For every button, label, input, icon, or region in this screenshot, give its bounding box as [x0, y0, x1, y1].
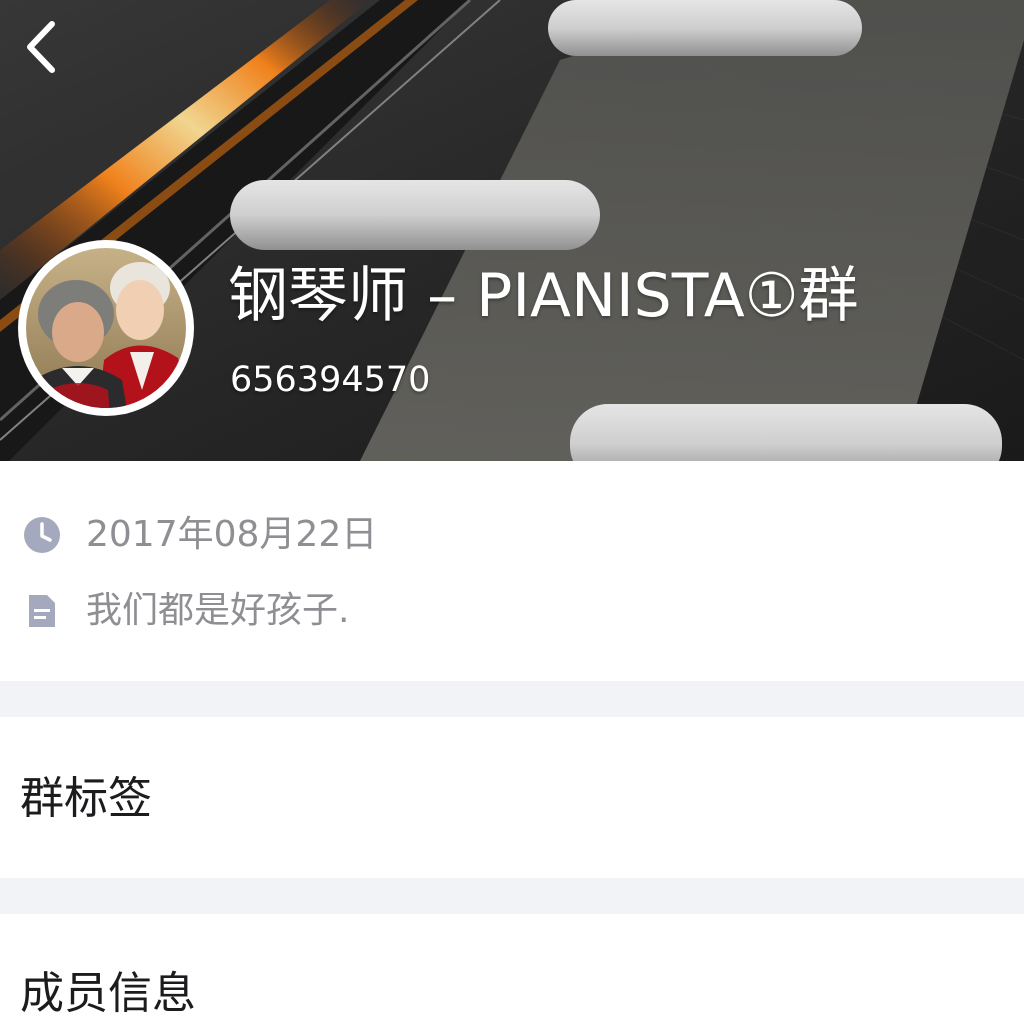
document-icon [22, 591, 62, 631]
group-profile-page: 钢琴师 – PIANISTA①群 656394570 2017年08月22日 我 [0, 0, 1024, 1024]
description-row: 我们都是好孩子. [22, 581, 349, 641]
member-info-row[interactable]: 成员信息 [0, 914, 1024, 1024]
back-button[interactable] [12, 14, 68, 80]
group-tags-row[interactable]: 群标签 [0, 717, 1024, 878]
group-info: 2017年08月22日 我们都是好孩子. [0, 461, 1024, 681]
created-date-row: 2017年08月22日 [22, 505, 377, 565]
group-cover: 钢琴师 – PIANISTA①群 656394570 [0, 0, 1024, 461]
group-id: 656394570 [230, 360, 431, 400]
member-info-label: 成员信息 [20, 968, 196, 1019]
description-text: 我们都是好孩子. [86, 590, 350, 631]
clock-icon [22, 515, 62, 555]
group-avatar[interactable] [18, 240, 194, 416]
section-divider [0, 681, 1024, 717]
group-name: 钢琴师 – PIANISTA①群 [228, 261, 859, 331]
section-divider [0, 878, 1024, 914]
chevron-left-icon [27, 21, 55, 73]
group-tags-label: 群标签 [20, 773, 152, 824]
created-date-text: 2017年08月22日 [86, 514, 378, 555]
